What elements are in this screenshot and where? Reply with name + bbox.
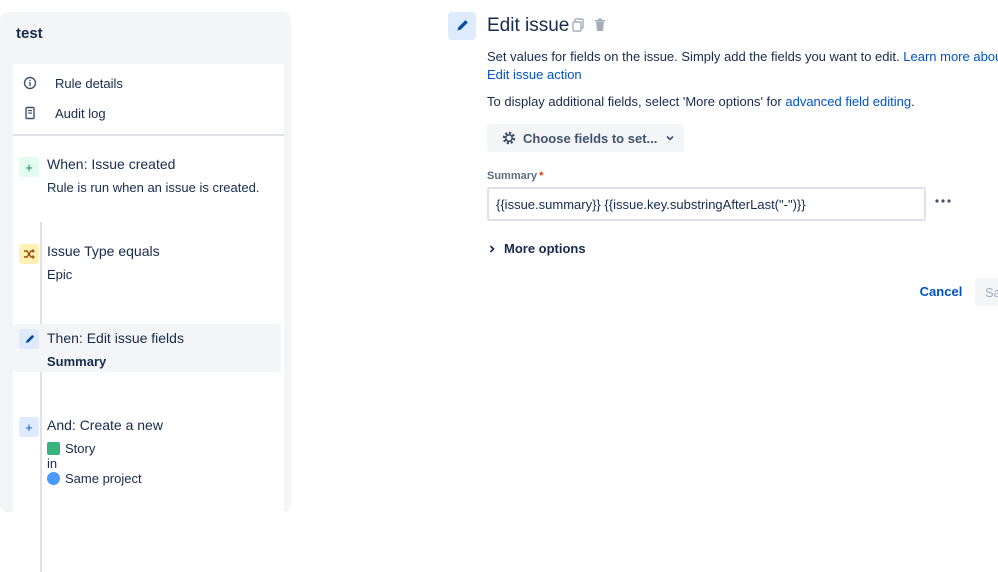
trash-icon[interactable] xyxy=(592,17,608,33)
edit-issue-action-link[interactable]: Edit issue action xyxy=(487,67,582,82)
component-action-selected[interactable]: Then: Edit issue fields Summary xyxy=(13,324,281,372)
gear-icon xyxy=(500,129,518,147)
menu-item-label: Rule details xyxy=(55,75,123,91)
chevron-right-icon xyxy=(487,243,499,255)
plus-icon: + xyxy=(19,417,39,437)
component-subtitle: Summary xyxy=(47,354,107,369)
required-indicator: * xyxy=(539,170,544,182)
plus-icon: + xyxy=(19,157,39,177)
more-options-toggle[interactable]: More options xyxy=(487,241,586,256)
in-label: in xyxy=(47,456,58,471)
component-title: When: Issue created xyxy=(47,156,176,172)
chevron-down-icon xyxy=(665,132,677,144)
rule-name: test xyxy=(16,25,43,42)
component-title: Then: Edit issue fields xyxy=(47,330,184,346)
component-trigger[interactable]: + When: Issue created Rule is run when a… xyxy=(13,152,281,202)
component-actions xyxy=(570,17,608,33)
audit-log-icon xyxy=(21,104,39,122)
rule-sidebar: test Rule details Audit log + When: Issu… xyxy=(0,12,291,572)
pencil-icon xyxy=(19,329,39,349)
additional-fields-hint: To display additional fields, select 'Mo… xyxy=(487,94,915,109)
component-subtitle: Epic xyxy=(47,267,73,282)
story-icon xyxy=(47,442,60,455)
summary-field-label: Summary * xyxy=(487,170,544,182)
component-condition[interactable]: Issue Type equals Epic xyxy=(13,239,281,289)
menu-item-rule-details[interactable]: Rule details xyxy=(21,70,281,96)
copy-icon[interactable] xyxy=(570,17,586,33)
advanced-field-editing-link[interactable]: advanced field editing xyxy=(785,94,911,109)
more-actions-icon[interactable] xyxy=(933,194,953,208)
shuffle-icon xyxy=(19,244,39,264)
component-title: Issue Type equals xyxy=(47,243,160,259)
menu-item-label: Audit log xyxy=(55,105,106,121)
info-icon xyxy=(21,74,39,92)
divider xyxy=(13,134,284,136)
menu-item-audit-log[interactable]: Audit log xyxy=(21,100,281,126)
component-title: And: Create a new xyxy=(47,417,163,433)
choose-fields-button[interactable]: Choose fields to set... xyxy=(487,124,684,152)
rule-components-card: Rule details Audit log + When: Issue cre… xyxy=(13,64,284,572)
project-same: Same project xyxy=(47,471,142,486)
learn-more-link[interactable]: Learn more about xyxy=(903,49,998,64)
save-button[interactable]: Save xyxy=(975,278,998,306)
issue-type-story: Story xyxy=(47,441,95,456)
component-subtitle: Rule is run when an issue is created. xyxy=(47,180,260,195)
cancel-button[interactable]: Cancel xyxy=(912,278,970,304)
summary-input[interactable] xyxy=(487,187,926,221)
project-avatar-icon xyxy=(47,472,60,485)
component-heading: Edit issue xyxy=(487,15,570,36)
component-description: Set values for fields on the issue. Simp… xyxy=(487,48,998,84)
pencil-icon xyxy=(448,12,476,40)
component-create-issue[interactable]: + And: Create a new Story in Same projec… xyxy=(13,413,281,488)
